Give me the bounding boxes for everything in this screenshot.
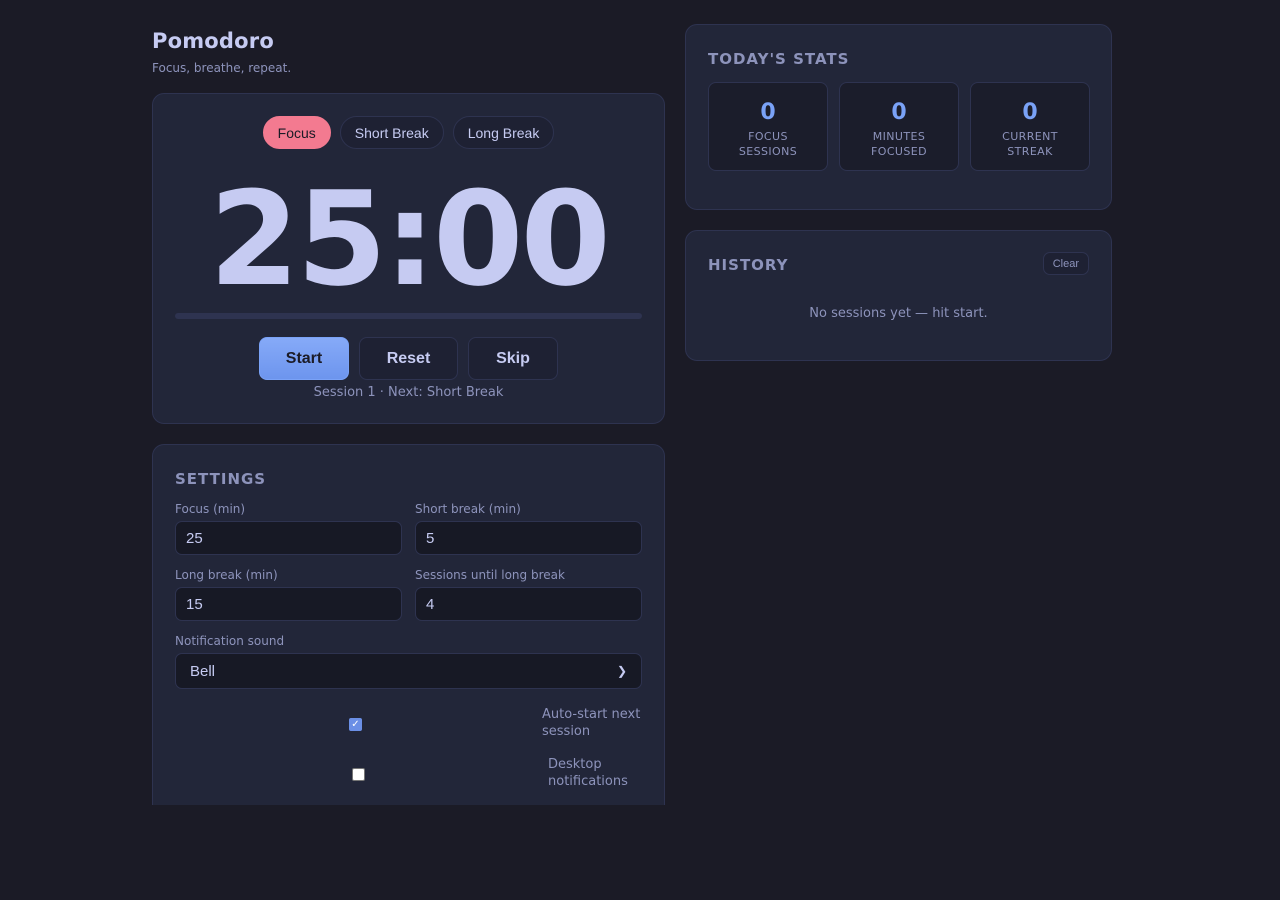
stat-value: 0 <box>760 100 776 125</box>
sound-select[interactable]: Bell ❯ <box>175 653 642 689</box>
stat-minutes-focused: 0 MINUTES FOCUSED <box>839 82 959 171</box>
sound-label: Notification sound <box>175 634 285 648</box>
progress-bar <box>175 313 642 319</box>
auto-start-checkbox[interactable]: ✓ <box>349 718 362 731</box>
check-icon: ✓ <box>351 718 360 730</box>
stat-label: MINUTES FOCUSED <box>871 130 927 158</box>
stat-focus-sessions: 0 FOCUS SESSIONS <box>708 82 828 171</box>
settings-title: SETTINGS <box>175 470 267 488</box>
auto-start-row: ✓ Auto-start next session <box>153 705 664 741</box>
desktop-notifications-checkbox[interactable] <box>352 768 365 781</box>
desktop-notifications-row: Desktop notifications <box>153 755 664 791</box>
mode-tabs: Focus Short Break Long Break <box>153 116 664 149</box>
app-title: Pomodoro <box>152 29 274 53</box>
focus-input[interactable]: 25 <box>175 521 402 555</box>
app-subtitle: Focus, breathe, repeat. <box>152 61 292 75</box>
clear-history-button[interactable]: Clear <box>1042 252 1089 275</box>
long-break-field: Long break (min) 15 <box>175 568 402 621</box>
stat-value: 0 <box>891 100 907 125</box>
sessions-until-long-label: Sessions until long break <box>415 568 565 582</box>
timer-controls: Start Reset Skip <box>153 337 664 380</box>
tab-focus[interactable]: Focus <box>262 116 331 149</box>
stat-label: FOCUS SESSIONS <box>738 130 798 158</box>
stat-current-streak: 0 CURRENT STREAK <box>970 82 1090 171</box>
chevron-down-icon: ❯ <box>616 664 627 678</box>
stats-card: TODAY'S STATS 0 FOCUS SESSIONS 0 MINUTES… <box>685 24 1112 210</box>
sessions-until-long-field: Sessions until long break 4 <box>415 568 642 621</box>
settings-card: SETTINGS Focus (min) 25 Short break (min… <box>152 444 665 805</box>
stat-value: 0 <box>1022 100 1038 125</box>
desktop-notifications-label: Desktop notifications <box>548 757 628 789</box>
stats-title: TODAY'S STATS <box>708 50 850 68</box>
timer-card: Focus Short Break Long Break 25:00 Start… <box>152 93 665 424</box>
left-column: Pomodoro Focus, breathe, repeat. Focus S… <box>152 24 665 805</box>
long-break-input[interactable]: 15 <box>175 587 402 621</box>
sessions-until-long-input[interactable]: 4 <box>415 587 642 621</box>
auto-start-label: Auto-start next session <box>542 707 641 739</box>
sound-field: Notification sound Bell ❯ <box>175 634 642 689</box>
skip-button[interactable]: Skip <box>468 337 558 380</box>
stat-label: CURRENT STREAK <box>1002 130 1058 158</box>
sound-selected-value: Bell <box>190 662 216 680</box>
history-card: HISTORY Clear No sessions yet — hit star… <box>685 230 1112 361</box>
short-break-label: Short break (min) <box>415 502 521 516</box>
tab-long-break[interactable]: Long Break <box>452 116 555 149</box>
stat-tiles: 0 FOCUS SESSIONS 0 MINUTES FOCUSED 0 CUR… <box>708 82 1090 171</box>
short-break-field: Short break (min) 5 <box>415 502 642 555</box>
short-break-input[interactable]: 5 <box>415 521 642 555</box>
session-info: Session 1 · Next: Short Break <box>313 385 504 400</box>
focus-label: Focus (min) <box>175 502 246 516</box>
start-button[interactable]: Start <box>259 337 349 380</box>
right-column: TODAY'S STATS 0 FOCUS SESSIONS 0 MINUTES… <box>685 24 1112 361</box>
history-title: HISTORY <box>708 256 789 274</box>
reset-button[interactable]: Reset <box>359 337 458 380</box>
timer-display: 25:00 <box>209 163 611 315</box>
tab-short-break[interactable]: Short Break <box>339 116 444 149</box>
focus-field: Focus (min) 25 <box>175 502 402 555</box>
history-empty-message: No sessions yet — hit start. <box>809 306 988 321</box>
long-break-label: Long break (min) <box>175 568 278 582</box>
